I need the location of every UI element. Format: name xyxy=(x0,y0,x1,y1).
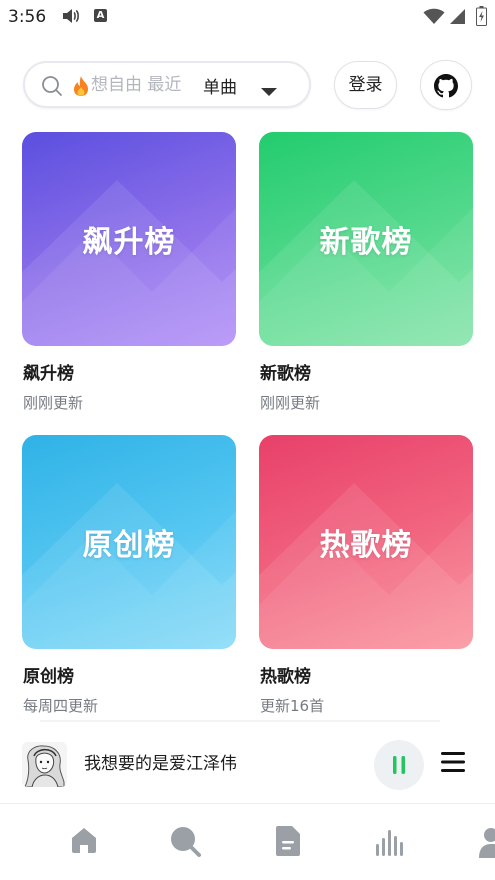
wifi-icon xyxy=(423,8,445,29)
search-icon[interactable] xyxy=(168,824,202,862)
now-playing-title: 我想要的是爱江泽伟 xyxy=(84,754,237,774)
input-method-icon: A xyxy=(94,9,107,22)
bottom-nav xyxy=(0,804,495,880)
volume-icon xyxy=(62,8,80,28)
chevron-down-icon[interactable] xyxy=(260,82,278,101)
status-time: 3:56 xyxy=(8,7,47,27)
chart-title: 原创榜 xyxy=(23,667,74,687)
chart-card-new[interactable]: 新歌榜 新歌榜 刚刚更新 xyxy=(259,132,473,412)
chart-update-text: 刚刚更新 xyxy=(260,394,321,412)
mini-player[interactable]: 我想要的是爱江泽伟 xyxy=(0,720,495,804)
search-icon xyxy=(41,75,63,101)
chart-icon[interactable] xyxy=(374,824,406,862)
chart-cover-text: 飙升榜 xyxy=(82,225,176,260)
chart-update-text: 更新16首 xyxy=(260,697,325,715)
search-input[interactable] xyxy=(91,73,183,97)
chart-cover: 飙升榜 xyxy=(22,132,236,346)
chart-cover-text: 新歌榜 xyxy=(319,225,413,260)
document-icon[interactable] xyxy=(274,824,302,862)
player-divider xyxy=(40,720,440,722)
chart-cover: 热歌榜 xyxy=(259,435,473,649)
play-pause-button[interactable] xyxy=(374,740,424,790)
chart-title: 热歌榜 xyxy=(260,667,311,687)
status-bar: 3:56 A xyxy=(0,0,495,34)
playlist-icon[interactable] xyxy=(440,751,466,777)
chart-cover-text: 原创榜 xyxy=(82,528,176,563)
github-button[interactable] xyxy=(420,60,472,110)
chart-cover: 原创榜 xyxy=(22,435,236,649)
chart-title: 新歌榜 xyxy=(260,364,311,384)
battery-icon xyxy=(476,6,487,30)
search-box[interactable]: 单曲 xyxy=(23,61,311,108)
home-icon[interactable] xyxy=(68,824,100,860)
github-icon xyxy=(434,74,458,102)
app-screen: 3:56 A 单曲 登录 xyxy=(0,0,495,880)
search-type-selector[interactable]: 单曲 xyxy=(203,73,237,98)
pause-icon xyxy=(391,755,407,779)
chart-card-soaring[interactable]: 飙升榜 飙升榜 刚刚更新 xyxy=(22,132,236,412)
fire-icon xyxy=(71,75,91,101)
chart-card-hot[interactable]: 热歌榜 热歌榜 更新16首 xyxy=(259,435,473,715)
user-icon[interactable] xyxy=(478,824,495,862)
chart-cover-text: 热歌榜 xyxy=(319,528,413,563)
chart-title: 飙升榜 xyxy=(23,364,74,384)
chart-cover: 新歌榜 xyxy=(259,132,473,346)
signal-icon xyxy=(449,8,466,29)
chart-update-text: 刚刚更新 xyxy=(23,394,84,412)
album-art[interactable] xyxy=(22,742,67,787)
chart-update-text: 每周四更新 xyxy=(23,697,99,715)
chart-card-original[interactable]: 原创榜 原创榜 每周四更新 xyxy=(22,435,236,715)
login-button[interactable]: 登录 xyxy=(334,61,397,109)
login-label: 登录 xyxy=(348,75,383,95)
